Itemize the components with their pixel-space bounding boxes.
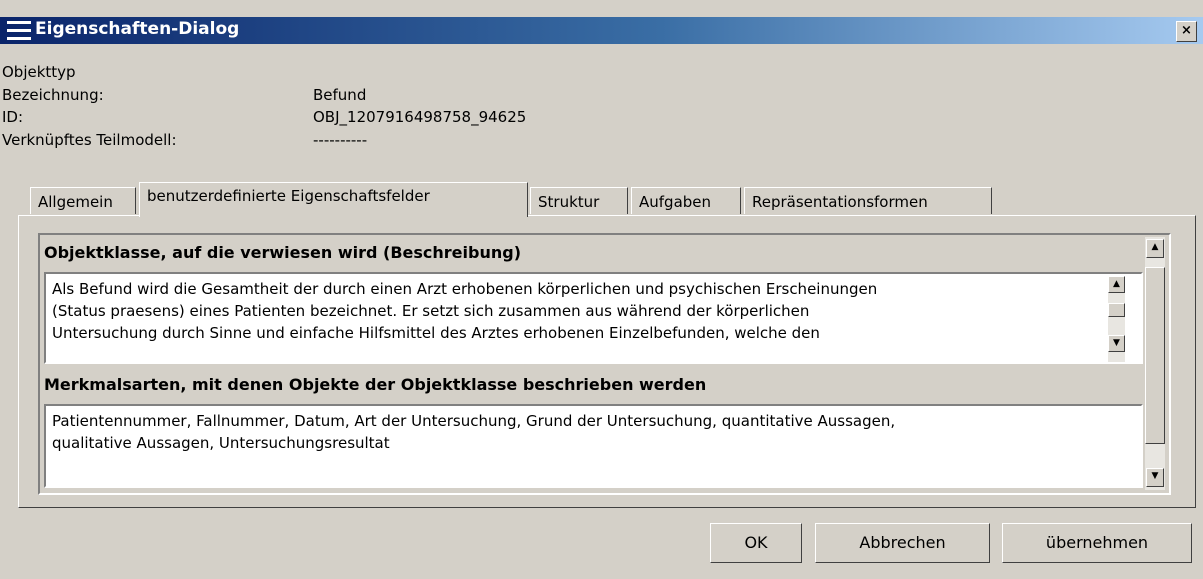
tab-aufgaben[interactable]: Aufgaben	[631, 187, 741, 214]
tab-benutzerdefinierte-eigenschaftsfelder[interactable]: benutzerdefinierte Eigenschaftsfelder	[139, 182, 528, 217]
beschreibung-line: Als Befund wird die Gesamtheit der durch…	[52, 280, 878, 298]
ok-button[interactable]: OK	[710, 523, 802, 563]
title-bar[interactable]: Eigenschaften-Dialog ×	[0, 17, 1203, 44]
merkmalsarten-line: Patientennummer, Fallnummer, Datum, Art …	[52, 412, 896, 430]
beschreibung-line: Untersuchung durch Sinne und einfache Hi…	[52, 324, 820, 342]
bezeichnung-label: Bezeichnung:	[2, 86, 104, 104]
close-icon[interactable]: ×	[1176, 21, 1197, 42]
apply-button[interactable]: übernehmen	[1002, 523, 1192, 563]
menu-icon[interactable]	[7, 20, 31, 41]
cancel-button[interactable]: Abbrechen	[815, 523, 990, 563]
teilmodell-label: Verknüpftes Teilmodell:	[2, 131, 177, 149]
outer-scrollbar[interactable]: ▲ ▼	[1145, 237, 1165, 490]
scroll-down-icon[interactable]: ▼	[1146, 468, 1164, 487]
teilmodell-value: ----------	[313, 131, 368, 149]
beschreibung-line: (Status praesens) eines Patienten bezeic…	[52, 302, 810, 320]
beschreibung-textarea[interactable]: Als Befund wird die Gesamtheit der durch…	[44, 272, 1143, 364]
scrollbar-thumb[interactable]	[1108, 303, 1125, 317]
scrollbar-thumb[interactable]	[1145, 267, 1165, 444]
tab-allgemein[interactable]: Allgemein	[30, 187, 136, 214]
section-beschreibung-title: Objektklasse, auf die verwiesen wird (Be…	[44, 243, 522, 262]
merkmalsarten-line: qualitative Aussagen, Untersuchungsresul…	[52, 434, 390, 452]
scroll-up-icon[interactable]: ▲	[1146, 239, 1164, 258]
window-title: Eigenschaften-Dialog	[35, 19, 240, 39]
scroll-up-icon[interactable]: ▲	[1108, 276, 1125, 293]
merkmalsarten-textarea[interactable]: Patientennummer, Fallnummer, Datum, Art …	[44, 404, 1143, 488]
tab-struktur[interactable]: Struktur	[530, 187, 628, 214]
scroll-down-icon[interactable]: ▼	[1108, 335, 1125, 352]
id-value: OBJ_1207916498758_94625	[313, 108, 527, 126]
beschreibung-scrollbar[interactable]: ▲ ▼	[1108, 276, 1125, 362]
tab-repraesentationsformen[interactable]: Repräsentationsformen	[744, 187, 992, 214]
id-label: ID:	[2, 108, 24, 126]
objekttyp-label: Objekttyp	[2, 63, 76, 81]
section-merkmalsarten-title: Merkmalsarten, mit denen Objekte der Obj…	[44, 375, 707, 394]
bezeichnung-value: Befund	[313, 86, 367, 104]
